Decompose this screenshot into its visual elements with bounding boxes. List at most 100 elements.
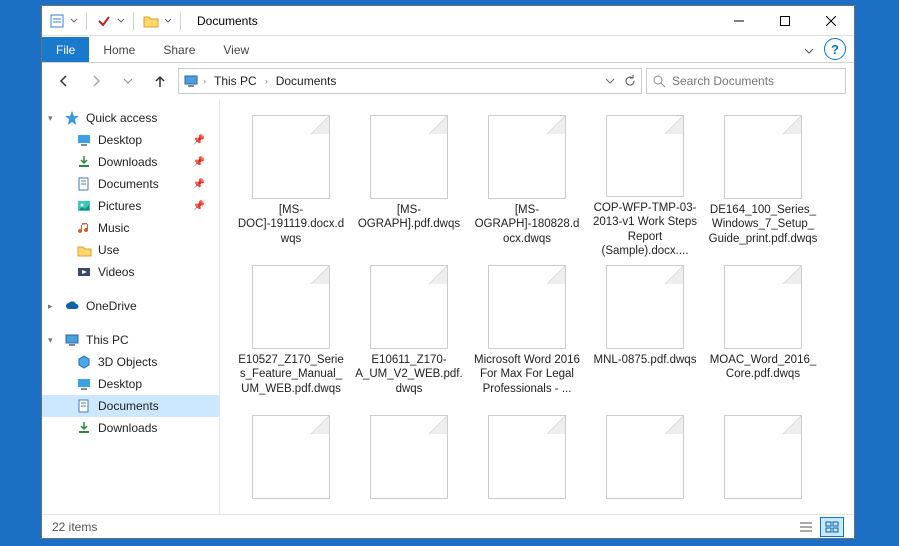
up-button[interactable]	[146, 67, 174, 95]
file-icon	[488, 265, 566, 349]
file-item[interactable]: MNL-0875.pdf.dwqs	[586, 261, 704, 411]
nav-item-label: Documents	[98, 399, 159, 413]
file-name: Microsoft Word 2016 For Max For Legal Pr…	[470, 349, 584, 396]
file-icon	[252, 265, 330, 349]
file-item[interactable]: [MS-OGRAPH].pdf.dwqs	[350, 111, 468, 261]
file-icon	[370, 115, 448, 199]
pin-icon: 📌	[193, 179, 213, 190]
file-item[interactable]	[704, 411, 822, 514]
forward-button[interactable]	[82, 67, 110, 95]
chevron-down-icon[interactable]	[117, 13, 125, 29]
file-item[interactable]	[468, 411, 586, 514]
checkmark-icon[interactable]	[95, 12, 113, 30]
video-icon	[76, 264, 92, 280]
file-item[interactable]: [MS-OGRAPH]-180828.docx.dwqs	[468, 111, 586, 261]
file-item[interactable]: MOAC_Word_2016_Core.pdf.dwqs	[704, 261, 822, 411]
chevron-right-icon[interactable]: ›	[201, 76, 208, 86]
nav-item-label: Desktop	[98, 133, 142, 147]
sidebar-item-downloads[interactable]: Downloads	[42, 417, 219, 439]
chevron-right-icon[interactable]: ▸	[48, 301, 58, 312]
file-item[interactable]: COP-WFP-TMP-03-2013-v1 Work Steps Report…	[586, 111, 704, 261]
tab-share[interactable]: Share	[149, 37, 209, 62]
tab-home[interactable]: Home	[89, 37, 149, 62]
search-icon	[653, 75, 666, 88]
ribbon: File Home Share View ?	[42, 36, 854, 63]
nav-quick-access[interactable]: ▾ Quick access	[42, 107, 219, 129]
maximize-button[interactable]	[762, 6, 808, 36]
file-item[interactable]: E10611_Z170-A_UM_V2_WEB.pdf.dwqs	[350, 261, 468, 411]
view-details-button[interactable]	[794, 517, 818, 537]
expand-ribbon-icon[interactable]	[798, 40, 820, 62]
sidebar-item-music[interactable]: Music	[42, 217, 219, 239]
sidebar-item-documents[interactable]: Documents	[42, 395, 219, 417]
chevron-right-icon[interactable]: ›	[263, 76, 270, 86]
nav-item-label: Downloads	[98, 421, 157, 435]
nav-item-label: Documents	[98, 177, 159, 191]
chevron-down-icon[interactable]: ▾	[48, 113, 58, 124]
file-icon	[606, 115, 684, 197]
picture-icon	[76, 198, 92, 214]
pin-icon: 📌	[193, 157, 213, 168]
file-icon	[606, 415, 684, 499]
sidebar-item-use[interactable]: Use	[42, 239, 219, 261]
sidebar-item-pictures[interactable]: Pictures📌	[42, 195, 219, 217]
sidebar-item-desktop[interactable]: Desktop📌	[42, 129, 219, 151]
file-item[interactable]	[350, 411, 468, 514]
item-count: 22 items	[52, 520, 97, 534]
tab-view[interactable]: View	[209, 37, 263, 62]
chevron-down-icon[interactable]	[164, 13, 172, 29]
breadcrumb-item[interactable]: Documents	[272, 72, 341, 90]
file-item[interactable]	[586, 411, 704, 514]
file-item[interactable]	[232, 411, 350, 514]
nav-label: OneDrive	[86, 299, 137, 313]
refresh-icon[interactable]	[623, 74, 637, 88]
help-button[interactable]: ?	[824, 38, 846, 60]
folder-icon	[76, 242, 92, 258]
status-bar: 22 items	[42, 514, 854, 538]
back-button[interactable]	[50, 67, 78, 95]
content-pane[interactable]: [MS-DOC]-191119.docx.dwqs[MS-OGRAPH].pdf…	[220, 99, 854, 514]
chevron-down-icon[interactable]	[70, 13, 78, 29]
file-item[interactable]: [MS-DOC]-191119.docx.dwqs	[232, 111, 350, 261]
nav-this-pc[interactable]: ▾ This PC	[42, 329, 219, 351]
sidebar-item-desktop[interactable]: Desktop	[42, 373, 219, 395]
file-icon	[370, 415, 448, 499]
properties-icon[interactable]	[48, 12, 66, 30]
sidebar-item-documents[interactable]: Documents 📌	[42, 173, 219, 195]
sidebar-item-3d-objects[interactable]: 3D Objects	[42, 351, 219, 373]
nav-onedrive[interactable]: ▸ OneDrive	[42, 295, 219, 317]
file-item[interactable]: DE164_100_Series_Windows_7_Setup_Guide_p…	[704, 111, 822, 261]
file-name: E10611_Z170-A_UM_V2_WEB.pdf.dwqs	[352, 349, 466, 396]
pc-icon	[64, 332, 80, 348]
dropdown-icon[interactable]	[605, 76, 615, 86]
star-icon	[64, 110, 80, 126]
sidebar-item-downloads[interactable]: Downloads📌	[42, 151, 219, 173]
folder-icon	[142, 12, 160, 30]
desktop-icon	[76, 376, 92, 392]
chevron-down-icon[interactable]: ▾	[48, 335, 58, 346]
pin-icon: 📌	[193, 201, 213, 212]
nav-label: This PC	[86, 333, 129, 347]
nav-item-label: Videos	[98, 265, 134, 279]
nav-item-label: Desktop	[98, 377, 142, 391]
pc-icon	[183, 73, 199, 89]
navigation-pane: ▾ Quick access Desktop📌Downloads📌Documen…	[42, 99, 220, 514]
nav-item-label: Use	[98, 243, 119, 257]
file-item[interactable]: Microsoft Word 2016 For Max For Legal Pr…	[468, 261, 586, 411]
recent-locations-icon[interactable]	[114, 67, 142, 95]
search-input[interactable]	[672, 74, 839, 88]
window-title: Documents	[197, 14, 258, 28]
close-button[interactable]	[808, 6, 854, 36]
minimize-button[interactable]	[716, 6, 762, 36]
breadcrumb-item[interactable]: This PC	[210, 72, 261, 90]
sidebar-item-videos[interactable]: Videos	[42, 261, 219, 283]
file-icon	[606, 265, 684, 349]
file-item[interactable]: E10527_Z170_Series_Feature_Manual_UM_WEB…	[232, 261, 350, 411]
file-icon	[252, 415, 330, 499]
address-bar[interactable]: › This PC › Documents	[178, 68, 642, 94]
tab-file[interactable]: File	[42, 37, 89, 62]
file-icon	[488, 415, 566, 499]
view-icons-button[interactable]	[820, 517, 844, 537]
search-box[interactable]	[646, 68, 846, 94]
file-icon	[370, 265, 448, 349]
